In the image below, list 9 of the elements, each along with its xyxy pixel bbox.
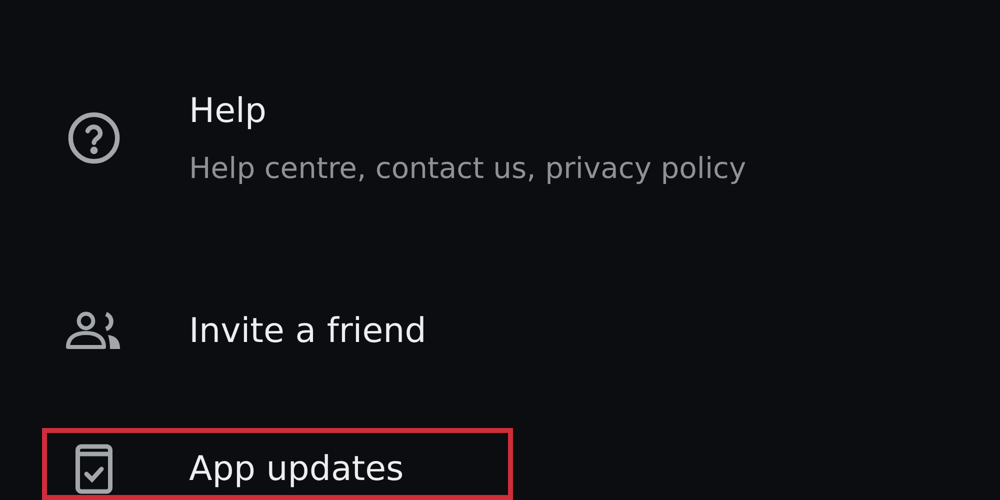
phone-check-icon bbox=[74, 444, 114, 494]
item-title: Invite a friend bbox=[189, 311, 426, 351]
help-icon bbox=[66, 110, 122, 166]
item-title: Help bbox=[189, 91, 268, 131]
menu-item[interactable]: Help Help centre, contact us, privacy policy bbox=[42, 86, 772, 190]
menu-item[interactable]: App updates bbox=[42, 428, 513, 500]
item-title: App updates bbox=[189, 449, 404, 489]
menu-item[interactable]: Invite a friend bbox=[42, 304, 452, 358]
item-subtitle: Help centre, contact us, privacy policy bbox=[189, 151, 746, 185]
